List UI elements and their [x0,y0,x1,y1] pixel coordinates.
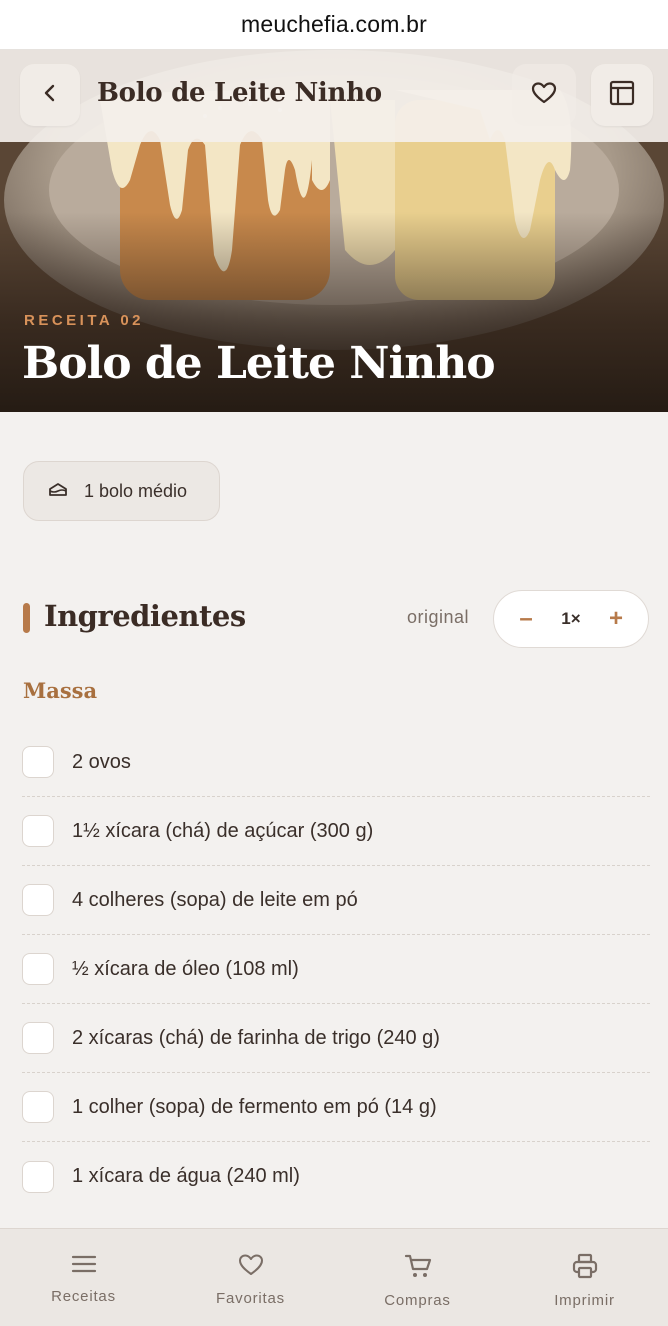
favorite-button[interactable] [512,64,576,126]
ingredient-checkbox[interactable] [22,1022,54,1054]
nav-label: Compras [384,1292,451,1309]
ingredient-checkbox[interactable] [22,815,54,847]
ingredient-text: 2 xícaras (chá) de farinha de trigo (240… [72,1026,440,1049]
chevron-left-icon [40,83,60,108]
ingredient-text: ½ xícara de óleo (108 ml) [72,957,299,980]
ingredient-item[interactable]: 4 colheres (sopa) de leite em pó [22,866,650,935]
recipe-number: RECEITA 02 [24,312,145,329]
nav-item-imprimir[interactable]: Imprimir [501,1229,668,1326]
heart-icon [531,81,557,110]
ingredient-text: 1 xícara de água (240 ml) [72,1165,300,1187]
heart-icon [238,1253,264,1282]
nav-label: Favoritas [216,1290,285,1307]
yield-chip: 1 bolo médio [23,461,220,521]
scale-value: 1× [561,609,581,628]
ingredient-group-title: Massa [23,678,98,703]
browser-url-bar[interactable]: meuchefia.com.br [0,0,668,50]
scale-label: original [407,607,470,627]
ingredient-text: 1½ xícara (chá) de açúcar (300 g) [72,819,374,842]
hero: Bolo de Leite Ninho RECEITA 02 Bolo de L… [0,50,668,412]
decrease-button[interactable]: – [516,605,536,633]
ingredient-text: 4 colheres (sopa) de leite em pó [72,888,358,911]
url-text: meuchefia.com.br [241,11,427,37]
ingredient-item[interactable]: 1½ xícara (chá) de açúcar (300 g) [22,797,650,866]
ingredient-text: 1 colher (sopa) de fermento em pó (14 g) [72,1095,437,1118]
ingredient-checkbox[interactable] [22,1160,54,1193]
ingredient-checkbox[interactable] [22,1091,54,1123]
nav-label: Receitas [51,1288,116,1305]
ingredients-title: Ingredientes [44,599,246,633]
section-accent-bar [23,603,30,633]
ingredient-item[interactable]: 2 ovos [22,728,650,797]
back-button[interactable] [20,64,80,126]
ingredient-item[interactable]: 1 xícara de água (240 ml) [22,1142,650,1211]
ingredient-checkbox[interactable] [22,953,54,985]
ingredient-item[interactable]: ½ xícara de óleo (108 ml) [22,935,650,1004]
increase-button[interactable]: + [606,605,626,633]
page-title: Bolo de Leite Ninho [97,78,382,108]
servings-stepper: – 1× + [493,590,649,648]
bottom-nav: Receitas Favoritas Compras Imprimir [0,1228,668,1326]
menu-icon [71,1253,97,1280]
ingredient-text: 2 ovos [72,750,131,773]
ingredient-checkbox[interactable] [22,746,54,778]
nav-item-compras[interactable]: Compras [334,1229,501,1326]
top-app-bar: Bolo de Leite Ninho [0,50,668,142]
layout-toggle-button[interactable] [591,64,653,126]
nav-item-favoritas[interactable]: Favoritas [167,1229,334,1326]
nav-label: Imprimir [554,1292,615,1309]
nav-item-receitas[interactable]: Receitas [0,1229,167,1326]
layout-panel-icon [609,80,635,111]
printer-icon [572,1253,598,1284]
yield-label: 1 bolo médio [84,480,188,501]
cake-icon [48,481,68,502]
hero-title: Bolo de Leite Ninho [22,338,496,389]
ingredient-item[interactable]: 2 xícaras (chá) de farinha de trigo (240… [22,1004,650,1073]
ingredient-checkbox[interactable] [22,884,54,916]
cart-icon [404,1253,432,1284]
ingredient-list: 2 ovos 1½ xícara (chá) de açúcar (300 g)… [22,728,650,1211]
ingredient-item[interactable]: 1 colher (sopa) de fermento em pó (14 g) [22,1073,650,1142]
